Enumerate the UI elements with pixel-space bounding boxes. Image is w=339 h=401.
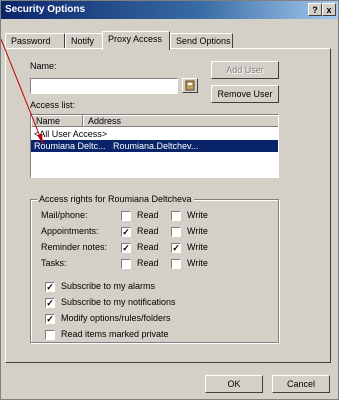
security-options-window: Security Options ? x Password Notify Pro… bbox=[0, 0, 339, 400]
read-label: Read bbox=[137, 258, 159, 268]
name-input[interactable] bbox=[30, 78, 178, 94]
add-user-button[interactable]: Add User bbox=[211, 61, 279, 79]
write-label: Write bbox=[187, 210, 208, 220]
close-button[interactable]: x bbox=[322, 3, 336, 16]
subscribe-notifications-label: Subscribe to my notifications bbox=[61, 297, 176, 307]
column-header-address[interactable]: Address bbox=[83, 115, 278, 127]
cancel-button[interactable]: Cancel bbox=[272, 375, 330, 393]
rights-label-reminder-notes: Reminder notes: bbox=[41, 242, 108, 252]
mail-read-checkbox[interactable] bbox=[121, 211, 131, 221]
row-name: Roumiana Deltc... bbox=[34, 141, 106, 151]
read-private-checkbox[interactable] bbox=[45, 330, 55, 340]
modify-options-checkbox[interactable]: ✓ bbox=[45, 314, 55, 324]
row-name: <All User Access> bbox=[34, 129, 108, 139]
access-list-label: Access list: bbox=[30, 100, 76, 110]
name-label: Name: bbox=[30, 61, 57, 71]
read-label: Read bbox=[137, 226, 159, 236]
tab-send-options[interactable]: Send Options bbox=[170, 33, 233, 49]
column-header-name[interactable]: Name bbox=[31, 115, 83, 127]
appointments-write-checkbox[interactable] bbox=[171, 227, 181, 237]
write-label: Write bbox=[187, 258, 208, 268]
list-item[interactable]: <All User Access> bbox=[31, 128, 278, 140]
rights-label-mail: Mail/phone: bbox=[41, 210, 88, 220]
read-label: Read bbox=[137, 242, 159, 252]
tab-notify[interactable]: Notify bbox=[65, 33, 103, 49]
write-label: Write bbox=[187, 226, 208, 236]
mail-write-checkbox[interactable] bbox=[171, 211, 181, 221]
remove-user-button[interactable]: Remove User bbox=[211, 85, 279, 103]
address-book-icon bbox=[185, 80, 195, 91]
rights-label-appointments: Appointments: bbox=[41, 226, 99, 236]
address-book-button[interactable] bbox=[182, 78, 198, 93]
access-rights-group: Access rights for Roumiana Deltcheva Mai… bbox=[30, 194, 279, 343]
read-label: Read bbox=[137, 210, 159, 220]
row-address: Roumiana.Deltchev... bbox=[113, 141, 199, 151]
tab-proxy-access[interactable]: Proxy Access bbox=[102, 31, 170, 50]
tasks-write-checkbox[interactable] bbox=[171, 259, 181, 269]
reminder-read-checkbox[interactable]: ✓ bbox=[121, 243, 131, 253]
reminder-write-checkbox[interactable]: ✓ bbox=[171, 243, 181, 253]
read-private-label: Read items marked private bbox=[61, 329, 169, 339]
tab-password[interactable]: Password bbox=[5, 33, 65, 49]
window-title: Security Options bbox=[5, 4, 86, 15]
subscribe-alarms-checkbox[interactable]: ✓ bbox=[45, 282, 55, 292]
ok-button[interactable]: OK bbox=[205, 375, 263, 393]
tasks-read-checkbox[interactable] bbox=[121, 259, 131, 269]
help-button[interactable]: ? bbox=[308, 3, 322, 16]
access-rights-title: Access rights for Roumiana Deltcheva bbox=[37, 194, 194, 204]
subscribe-alarms-label: Subscribe to my alarms bbox=[61, 281, 156, 291]
title-bar: Security Options ? x bbox=[1, 1, 338, 19]
list-item-selected[interactable]: Roumiana Deltc... Roumiana.Deltchev... bbox=[31, 140, 278, 152]
modify-options-label: Modify options/rules/folders bbox=[61, 313, 171, 323]
proxy-access-panel: Name: Add User Remove User Access list: … bbox=[5, 48, 331, 363]
write-label: Write bbox=[187, 242, 208, 252]
rights-label-tasks: Tasks: bbox=[41, 258, 67, 268]
access-list[interactable]: Name Address <All User Access> Roumiana … bbox=[30, 114, 279, 178]
appointments-read-checkbox[interactable]: ✓ bbox=[121, 227, 131, 237]
subscribe-notifications-checkbox[interactable]: ✓ bbox=[45, 298, 55, 308]
